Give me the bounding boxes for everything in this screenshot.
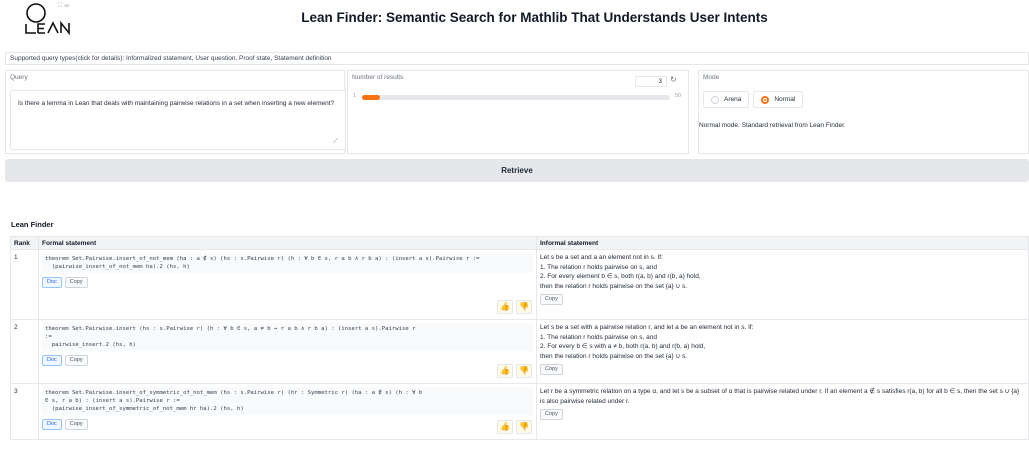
results-table: Rank Formal statement Informal statement… [10,236,1029,440]
mode-panel: Mode Arena Normal Normal mode: Standard … [698,70,1029,154]
informal-line: then the relation r holds pairwise on th… [540,352,688,360]
informal-line: Let r be a symmetric relation on a type … [540,388,1020,405]
mode-option-label: Arena [724,96,742,103]
slider-max: 50 [675,93,682,99]
num-results-slider[interactable] [362,95,670,100]
doc-button[interactable]: Doc [42,419,62,430]
copy-informal-button[interactable]: Copy [540,364,563,375]
rank-cell: 3 [10,383,39,440]
thumbs-up-icon[interactable]: 👍 [497,364,513,378]
formal-actions: Doc Copy [42,277,533,288]
copy-formal-button[interactable]: Copy [64,419,88,430]
query-label: Query [10,74,28,81]
logo-tools-icon[interactable]: ⛶ ≪ [58,3,70,10]
copy-formal-button[interactable]: Copy [64,277,88,288]
thumbs-up-icon[interactable]: 👍 [497,420,513,434]
query-input[interactable]: Is there a lemma in Lean that deals with… [10,90,346,150]
formal-actions: Doc Copy [42,419,533,430]
rank-cell: 2 [10,319,39,384]
formal-statement-code: theorem Set.Pairwise.insert (hs : s.Pair… [42,323,533,351]
header: ⛶ ≪ Lean Finder: Semantic Search for Mat… [0,0,1029,38]
slider-fill [362,95,381,100]
informal-line: then the relation r holds pairwise on th… [540,282,688,290]
results-title: Lean Finder [11,220,54,229]
num-results-input[interactable]: 3 [635,76,667,87]
radio-arena[interactable] [711,95,719,104]
table-row: 3 theorem Set.Pairwise.insert_of_symmetri… [10,383,1029,440]
table-header-row: Rank Formal statement Informal statement [10,236,1029,250]
column-header-formal: Formal statement [38,236,537,250]
formal-statement-code: theorem Set.Pairwise.insert_of_not_mem (… [42,253,533,273]
thumbs-up-icon[interactable]: 👍 [497,300,513,314]
informal-cell: Let s be a set and a an element not in s… [536,249,1029,320]
formal-actions: Doc Copy [42,355,533,366]
thumbs-down-icon[interactable]: 👎 [516,364,532,378]
mode-options: Arena Normal [703,91,804,108]
informal-cell: Let s be a set with a pairwise relation … [536,319,1029,384]
column-header-informal: Informal statement [536,236,1029,250]
thumbs-down-icon[interactable]: 👎 [516,300,532,314]
reset-icon[interactable]: ↻ [670,75,677,84]
mode-option-arena[interactable]: Arena [703,91,750,108]
informal-line: 2. For every b ∈ s with a ≠ b, both r(a,… [540,343,706,350]
rank-cell: 1 [10,249,39,320]
mode-option-label: Normal [774,96,796,103]
slider-min: 1 [353,93,357,99]
mode-description: Normal mode: Standard retrieval from Lea… [699,122,846,129]
num-results-panel: Number of results 3 ↻ 1 50 [347,70,689,154]
formal-statement-code: theorem Set.Pairwise.insert_of_symmetric… [42,387,533,415]
formal-cell: theorem Set.Pairwise.insert_of_symmetric… [38,383,537,440]
table-row: 1 theorem Set.Pairwise.insert_of_not_mem … [10,249,1029,320]
thumbs-down-icon[interactable]: 👎 [516,420,532,434]
informal-cell: Let r be a symmetric relation on a type … [536,383,1029,440]
formal-cell: theorem Set.Pairwise.insert_of_not_mem (… [38,249,537,320]
num-results-label: Number of results [352,74,404,81]
copy-informal-button[interactable]: Copy [540,409,563,420]
query-panel: Query Is there a lemma in Lean that deal… [5,70,346,154]
doc-button[interactable]: Doc [42,277,62,288]
radio-normal[interactable] [761,95,770,104]
informal-line: Let s be a set and a an element not in s… [540,254,663,261]
feedback-buttons: 👍 👎 [497,364,532,378]
feedback-buttons: 👍 👎 [497,420,532,434]
informal-line: Let s be a set with a pairwise relation … [540,324,754,331]
informal-line: 1. The relation r holds pairwise on s, a… [540,263,657,271]
formal-cell: theorem Set.Pairwise.insert (hs : s.Pair… [38,319,537,384]
resize-handle-icon[interactable]: ⟋ [333,138,338,146]
table-row: 2 theorem Set.Pairwise.insert (hs : s.Pai… [10,319,1029,384]
page-title: Lean Finder: Semantic Search for Mathlib… [301,10,768,25]
informal-line: 2. For every element b ∈ s, both r(a, b)… [540,273,701,280]
mode-label: Mode [703,74,720,81]
copy-formal-button[interactable]: Copy [64,355,88,366]
mode-option-normal[interactable]: Normal [753,91,804,108]
column-header-rank: Rank [10,236,39,250]
doc-button[interactable]: Doc [42,355,62,366]
informal-line: 1. The relation r holds pairwise on s, a… [540,333,657,341]
retrieve-button[interactable]: Retrieve [5,159,1029,182]
supported-query-types[interactable]: Supported query types(click for details)… [5,52,1029,65]
feedback-buttons: 👍 👎 [497,300,532,314]
copy-informal-button[interactable]: Copy [540,294,563,305]
